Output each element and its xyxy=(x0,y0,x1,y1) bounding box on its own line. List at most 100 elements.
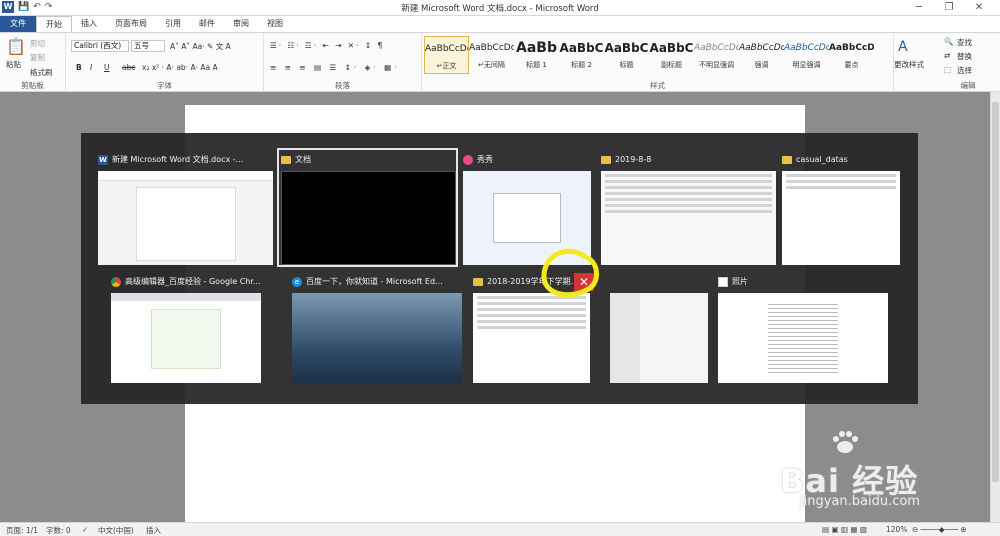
folder-icon xyxy=(601,156,611,164)
thumb-row xyxy=(605,198,772,201)
editing-group: 🔍 查找 ⇄ 替换 ⬚ 选择 编辑 xyxy=(940,33,996,92)
thumb-panel xyxy=(151,309,221,369)
view-buttons[interactable]: ▤ ▣ ▥ ▦ ▧ xyxy=(822,525,867,534)
font-name-select[interactable]: Calibri (西文) xyxy=(71,40,129,52)
thumb-chat-list xyxy=(610,293,640,383)
folder-icon xyxy=(473,278,483,286)
thumb-row xyxy=(605,180,772,183)
strike-button[interactable]: abc xyxy=(122,63,135,72)
align-icons[interactable]: ≡ ≡ ≡ ▤ ☰ ↕· ◈· ▦· xyxy=(270,63,400,72)
switcher-window-edge[interactable]: e 百度一下，你就知道 - Microsoft Ed... xyxy=(292,275,462,385)
restore-button[interactable]: ❐ xyxy=(934,0,964,15)
tab-page-layout[interactable]: 页面布局 xyxy=(106,16,156,32)
editing-label: 编辑 xyxy=(960,81,976,90)
tab-references[interactable]: 引用 xyxy=(156,16,190,32)
status-bar: 页面: 1/1 字数: 0 ✓ 中文(中国) 插入 ▤ ▣ ▥ ▦ ▧ 120%… xyxy=(0,522,1000,536)
style-sample: AaBb xyxy=(516,40,557,56)
page-count[interactable]: 页面: 1/1 xyxy=(6,525,38,536)
folder-icon xyxy=(281,156,291,164)
tab-file[interactable]: 文件 xyxy=(0,16,36,32)
minimize-button[interactable]: ─ xyxy=(904,0,934,15)
scroll-thumb[interactable] xyxy=(992,102,999,482)
tab-insert[interactable]: 插入 xyxy=(72,16,106,32)
font-group: Calibri (西文) 五号 A˄ A˅ Aa· ✎ 文 A B I U ab… xyxy=(66,33,264,92)
format-painter-button[interactable]: 格式刷 xyxy=(30,67,53,78)
insert-mode[interactable]: 插入 xyxy=(146,525,161,536)
italic-button[interactable]: I xyxy=(90,63,92,72)
style-heading-1[interactable]: AaBb 标题 1 xyxy=(514,36,559,74)
language-indicator[interactable]: 中文(中国) xyxy=(98,525,134,536)
font-size-select[interactable]: 五号 xyxy=(131,40,165,52)
style-name: 强调 xyxy=(754,61,769,69)
paste-button[interactable]: 粘贴 xyxy=(6,59,21,70)
zoom-level[interactable]: 120% xyxy=(886,525,907,534)
underline-button[interactable]: U xyxy=(104,63,110,72)
chrome-icon xyxy=(111,277,121,287)
tab-review[interactable]: 审阅 xyxy=(224,16,258,32)
grow-font-icon[interactable]: A˄ A˅ Aa· ✎ 文 A xyxy=(170,41,231,52)
replace-icon: ⇄ xyxy=(944,51,951,60)
thumb-row xyxy=(605,204,772,207)
zoom-slider[interactable]: ⊖ ────◆─── ⊕ xyxy=(912,525,967,534)
tab-view[interactable]: 视图 xyxy=(258,16,292,32)
thumb-row xyxy=(477,314,586,317)
paste-icon[interactable]: 📋 xyxy=(6,37,26,56)
watermark-url: jingyan.baidu.com xyxy=(800,494,920,509)
style-no-spacing[interactable]: AaBbCcDd ↵无间隔 xyxy=(469,36,514,74)
window-thumbnail xyxy=(292,293,462,383)
thumb-panel xyxy=(493,193,561,243)
word-count[interactable]: 字数: 0 xyxy=(46,525,71,536)
font-format-icons[interactable]: x₂ x² · A· ab· A· Aa A xyxy=(142,63,218,72)
window-title-label: 照片 xyxy=(732,277,748,286)
find-icon: 🔍 xyxy=(944,37,954,46)
window-title-label: 秀秀 xyxy=(477,155,493,164)
style-sample: AaBbCcDc xyxy=(829,43,874,53)
close-window-button[interactable]: ✕ xyxy=(964,0,994,15)
style-name: ↵无间隔 xyxy=(478,61,505,69)
style-emphasis[interactable]: AaBbCcDd 强调 xyxy=(739,36,784,74)
style-sample: AaBbC xyxy=(559,41,604,55)
select-button[interactable]: 选择 xyxy=(957,65,972,76)
window-title-label: 2019-8-8 xyxy=(615,155,652,164)
proofing-icon[interactable]: ✓ xyxy=(82,525,88,534)
change-styles-button[interactable]: 更改样式 xyxy=(894,59,924,70)
word-icon: W xyxy=(98,155,108,165)
switcher-window-casual-datas[interactable]: casual_datas xyxy=(782,153,900,265)
style-name: ↵正文 xyxy=(436,62,457,70)
style-heading-2[interactable]: AaBbC 标题 2 xyxy=(559,36,604,74)
tab-mailings[interactable]: 邮件 xyxy=(190,16,224,32)
cut-button[interactable]: 剪切 xyxy=(30,38,45,49)
style-intense-emphasis[interactable]: AaBbCcDc 明显强调 xyxy=(784,36,829,74)
thumb-row xyxy=(477,320,586,323)
switcher-window-chrome[interactable]: 高级编辑器_百度经验 - Google Chr... xyxy=(111,275,261,385)
style-name: 不明显强调 xyxy=(699,61,734,69)
thumb-row xyxy=(605,174,772,177)
switcher-window-documents[interactable]: 文档 xyxy=(281,153,456,265)
edge-icon: e xyxy=(292,277,302,287)
style-normal[interactable]: AaBbCcDd ↵正文 xyxy=(424,36,469,74)
style-name: 副标题 xyxy=(661,61,682,69)
window-thumbnail xyxy=(98,171,273,265)
style-name: 标题 1 xyxy=(526,61,547,69)
list-icons[interactable]: ☰· ☷· ☲· ⇤ ⇥ ✕· ↕ ¶ xyxy=(270,41,384,50)
paragraph-group: ☰· ☷· ☲· ⇤ ⇥ ✕· ↕ ¶ ≡ ≡ ≡ ▤ ☰ ↕· ◈· ▦· 段… xyxy=(264,33,422,92)
vertical-scrollbar[interactable] xyxy=(990,92,1000,522)
find-button[interactable]: 查找 xyxy=(957,37,972,48)
switcher-window-2019-8-8[interactable]: 2019-8-8 xyxy=(601,153,776,265)
copy-button[interactable]: 复制 xyxy=(30,52,45,63)
switcher-window-photos[interactable]: 照片 xyxy=(718,275,888,385)
replace-button[interactable]: 替换 xyxy=(957,51,972,62)
change-styles-icon[interactable]: A xyxy=(898,39,908,55)
style-title[interactable]: AaBbC 标题 xyxy=(604,36,649,74)
switcher-window-word[interactable]: W 新建 Microsoft Word 文档.docx -... xyxy=(98,153,273,265)
title-bar: W 💾 ↶ ↷ 新建 Microsoft Word 文档.docx - Micr… xyxy=(0,0,1000,16)
window-title-label: 新建 Microsoft Word 文档.docx -... xyxy=(112,155,244,164)
style-strong[interactable]: AaBbCcDc 要点 xyxy=(829,36,874,74)
tab-home[interactable]: 开始 xyxy=(36,16,72,32)
clipboard-group: 📋 粘贴 剪切 复制 格式刷 剪贴板 xyxy=(0,33,66,92)
style-subtle-emphasis[interactable]: AaBbCcDd 不明显强调 xyxy=(694,36,739,74)
switcher-window-wechat[interactable] xyxy=(610,275,708,385)
style-subtitle[interactable]: AaBbC 副标题 xyxy=(649,36,694,74)
style-name: 标题 2 xyxy=(571,61,592,69)
bold-button[interactable]: B xyxy=(76,63,82,72)
